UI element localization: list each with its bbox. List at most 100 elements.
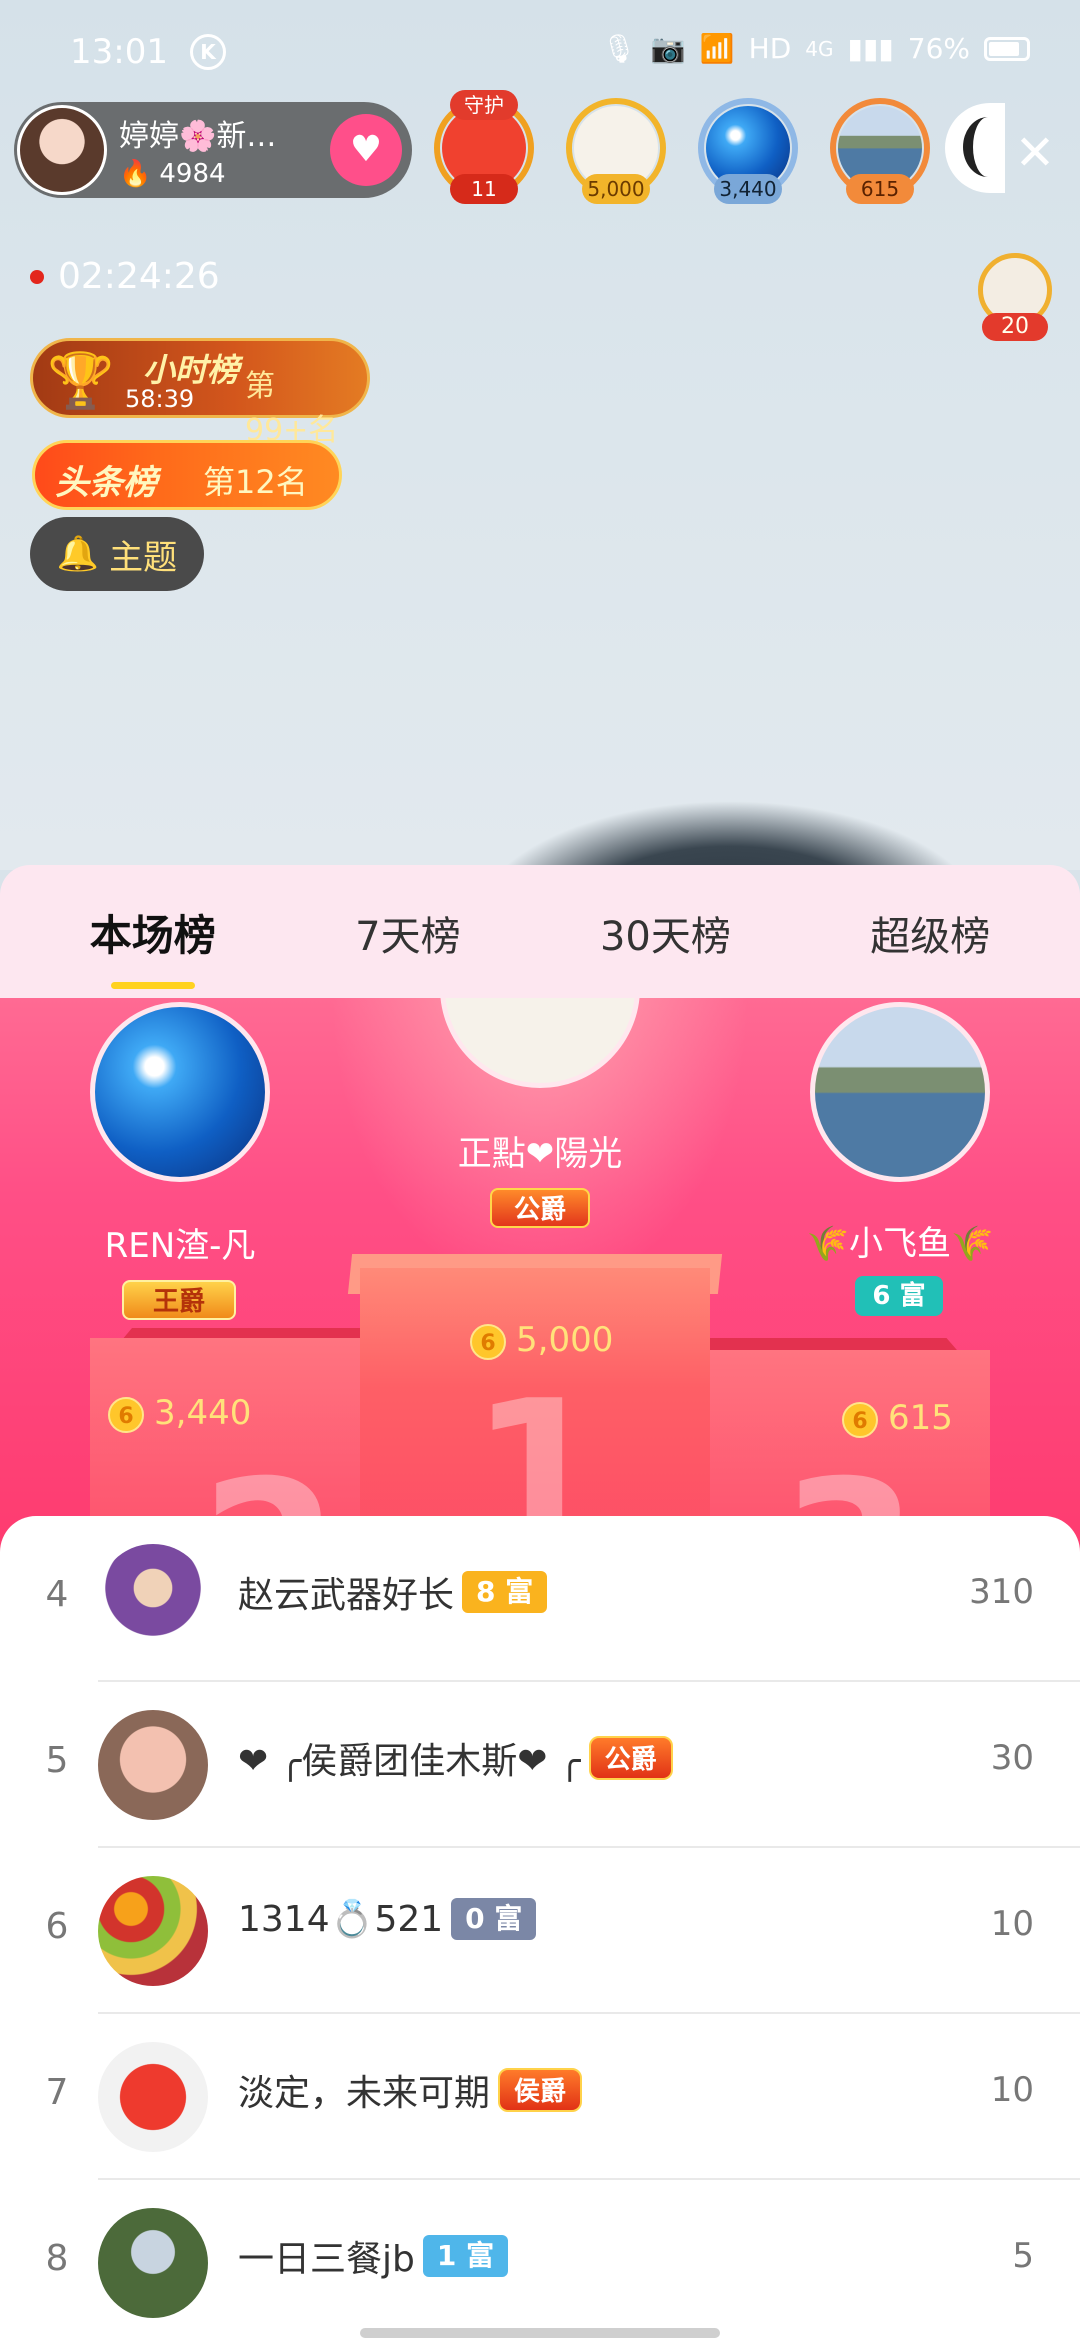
host-name: 婷婷🌸新… [119,119,277,154]
tab-current-session[interactable]: 本场榜 [70,902,236,963]
third-place-avatar[interactable] [810,1002,990,1182]
k-app-icon: K [190,34,226,70]
guard-label: 守护 [450,90,518,120]
list-name: 1314💍521 [238,1899,444,1940]
status-icons: 🎙 📷 📶 HD 4G ▮▮▮ 76% [601,32,1030,65]
topic-button[interactable]: 🔔 主题 [30,517,204,591]
rank-tabs: 本场榜 7天榜 30天榜 超级榜 [0,865,1080,1000]
tab-super[interactable]: 超级榜 [850,904,1010,962]
list-rank: 7 [45,2072,69,2113]
avatar[interactable] [98,2042,208,2152]
headline-rank-button[interactable]: 头条榜 第12名 [32,440,342,510]
network-type: HD [748,32,792,65]
hour-rank-button[interactable]: 🏆 小时榜 58:39 第99+名 [30,338,370,448]
bell-icon: 🔔 [56,534,100,574]
second-place-name: REN渣-凡 [104,1226,256,1266]
viewer-tag: 3,440 [714,174,782,204]
topic-label: 主题 [109,537,178,578]
signal-icon: ▮▮▮ [847,32,894,65]
avatar[interactable] [98,1544,208,1654]
viewer-tag: 11 [450,174,518,204]
close-icon[interactable]: ✕ [1010,128,1060,178]
host-heat: 🔥 4984 [119,159,276,189]
list-rank: 4 [45,1574,69,1615]
second-place-score-value: 3,440 [154,1393,252,1433]
host-info-pill[interactable]: 婷婷🌸新… 🔥 4984 ♥ [14,102,412,198]
headline-rank-position: 第12名 [203,463,308,501]
wealth-level-badge: 8 富 [462,1571,548,1613]
status-time: 13:01 [70,32,168,72]
camera-icon: 📷 [650,32,686,65]
list-name-row: 淡定，未来可期 侯爵 [238,2064,583,2116]
viewer-avatar-2[interactable]: 3,440 [692,92,804,204]
list-item[interactable]: 5 ❤ ╭侯爵团佳木斯❤ ╭ 公爵 30 [0,1682,1080,1848]
coin-icon: 6 [108,1396,144,1433]
third-place-score-value: 615 [888,1398,953,1438]
list-item[interactable]: 7 淡定，未来可期 侯爵 10 [0,2014,1080,2180]
guard-badge[interactable]: 20 [970,245,1060,341]
recording-dot-icon [30,269,44,284]
first-place-score: 6 5,000 [470,1320,613,1360]
coin-icon: 6 [470,1323,506,1360]
top-viewers-list: 守护 11 5,000 3,440 615 [428,90,936,204]
avatar[interactable] [98,2208,208,2318]
battery-icon [984,36,1030,61]
avatar[interactable] [98,1876,208,1986]
host-avatar[interactable] [17,105,107,195]
list-rank: 8 [45,2238,69,2279]
status-bar: 13:01 K 🎙 📷 📶 HD 4G ▮▮▮ 76% [0,0,1080,105]
third-place-name: 🌾小飞鱼🌾 [806,1224,994,1264]
signal-label: 4G [805,36,834,61]
follow-heart-button[interactable]: ♥ [330,114,402,186]
third-place-badge: 6 富 [855,1276,943,1316]
streamer-hair-visual [470,800,990,870]
home-indicator[interactable] [360,2328,720,2338]
viewer-avatar-1[interactable]: 5,000 [560,92,672,204]
fire-icon: 🔥 [119,159,152,189]
viewer-avatar-3[interactable]: 615 [824,92,936,204]
wealth-level-badge: 1 富 [422,2235,509,2277]
list-item[interactable]: 8 一日三餐jb 1 富 5 [0,2180,1080,2340]
hour-rank-countdown: 58:39 [125,385,195,413]
list-value: 30 [990,1738,1034,1778]
first-place-score-value: 5,000 [516,1320,614,1360]
ranking-list: 4 赵云武器好长 8 富 310 5 ❤ ╭侯爵团佳木斯❤ ╭ 公爵 30 6 … [0,1516,1080,2340]
tab-30-days[interactable]: 30天榜 [580,904,751,962]
headline-rank-title: 头条榜 [55,463,157,503]
list-rank: 5 [45,1740,69,1781]
viewer-tag: 615 [846,174,914,204]
microphone-icon: 🎙 [601,32,637,65]
podium-area: 1 2 3 正點❤陽光 公爵 6 5,000 REN渣-凡 王爵 6 3,440 🌾… [0,998,1080,1558]
tab-7-days[interactable]: 7天榜 [335,904,480,962]
list-name-row: 一日三餐jb 1 富 [238,2230,509,2282]
live-duration: 02:24:26 [30,256,220,297]
second-place-badge: 王爵 [122,1280,236,1320]
list-name: 一日三餐jb [238,2239,415,2280]
second-place-avatar[interactable] [90,1002,270,1182]
list-item[interactable]: 4 赵云武器好长 8 富 310 [0,1516,1080,1682]
second-place-score: 6 3,440 [108,1393,251,1433]
list-name: ❤ ╭侯爵团佳木斯❤ ╭ [238,1741,581,1782]
list-name-row: 赵云武器好长 8 富 [238,1566,548,1618]
title-badge: 公爵 [588,1736,673,1780]
list-name: 赵云武器好长 [238,1575,455,1616]
live-timer-text: 02:24:26 [58,256,220,297]
list-value: 5 [1012,2236,1034,2276]
wealth-level-badge: 0 富 [451,1898,537,1940]
trophy-icon: 🏆 [47,349,115,412]
title-badge: 侯爵 [498,2068,583,2112]
hour-rank-position: 第99+名 [245,369,339,448]
coin-icon: 6 [842,1401,878,1438]
first-place-badge: 公爵 [490,1188,590,1228]
viewer-avatar-guard[interactable]: 守护 11 [428,90,540,204]
third-place-score: 6 615 [842,1398,953,1438]
list-value: 10 [990,2070,1034,2110]
avatar[interactable] [98,1710,208,1820]
battery-percent: 76% [907,32,970,65]
list-rank: 6 [45,1906,69,1947]
list-item[interactable]: 6 1314💍521 0 富 10 [0,1848,1080,2014]
host-heat-value: 4984 [159,159,226,189]
list-value: 10 [990,1904,1034,1944]
viewer-tag: 5,000 [582,174,650,204]
list-name-row: 1314💍521 0 富 [238,1898,537,1940]
